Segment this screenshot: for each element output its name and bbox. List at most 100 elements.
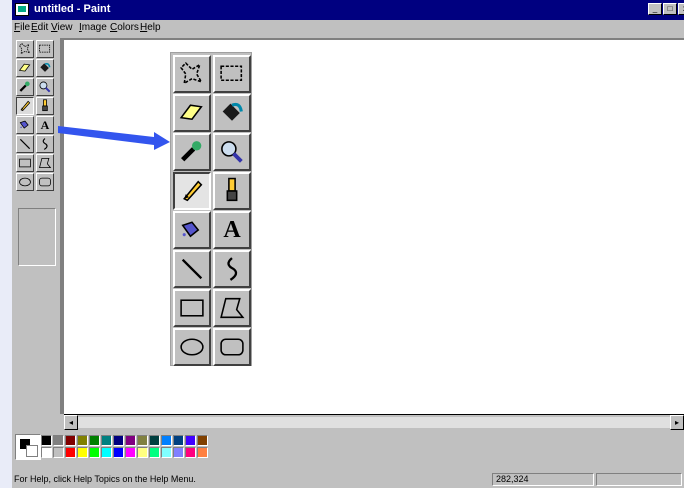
color-swatch[interactable] xyxy=(125,447,136,458)
tool-select[interactable] xyxy=(36,40,54,58)
status-bar: For Help, click Help Topics on the Help … xyxy=(12,472,684,488)
scroll-track[interactable] xyxy=(78,417,670,428)
menu-image[interactable]: Image xyxy=(79,22,107,33)
color-swatch[interactable] xyxy=(137,447,148,458)
horizontal-scrollbar[interactable]: ◂ ▸ xyxy=(64,414,684,430)
color-swatch[interactable] xyxy=(89,447,100,458)
background-color xyxy=(26,445,38,457)
paint-window: untitled - Paint _□x FileEditView ImageCo… xyxy=(12,0,684,488)
tool-line[interactable] xyxy=(173,250,211,288)
minimize-button[interactable]: _ xyxy=(648,3,662,15)
window-title: untitled - Paint xyxy=(34,3,111,15)
ellipse-icon xyxy=(180,338,204,356)
color-swatch[interactable] xyxy=(125,435,136,446)
color-swatch[interactable] xyxy=(77,447,88,458)
tool-brush[interactable] xyxy=(213,172,251,210)
color-swatch[interactable] xyxy=(101,435,112,446)
menu-bar: File Edit View Image Colors Help xyxy=(12,20,684,37)
color-swatch[interactable] xyxy=(53,435,64,446)
tool-airbrush[interactable] xyxy=(173,211,211,249)
menu-file[interactable]: File xyxy=(14,22,30,33)
title-buttons: _□x xyxy=(648,3,684,15)
menu-view[interactable]: View xyxy=(51,22,73,33)
color-swatch[interactable] xyxy=(149,435,160,446)
color-swatch[interactable] xyxy=(185,447,196,458)
tool-polygon[interactable] xyxy=(36,154,54,172)
menu-help[interactable]: Help xyxy=(140,22,161,33)
curve-icon xyxy=(42,138,48,150)
scroll-right-button[interactable]: ▸ xyxy=(670,415,684,430)
line-icon xyxy=(181,258,203,280)
status-size-pane xyxy=(596,473,682,486)
tool-text[interactable]: A xyxy=(36,116,54,134)
eraser-icon xyxy=(179,104,203,121)
magnifier-icon xyxy=(221,141,243,163)
tool-ellipse[interactable] xyxy=(173,328,211,366)
fill-bucket-icon xyxy=(222,102,243,121)
menu-colors[interactable]: Colors xyxy=(110,22,139,33)
title-bar[interactable]: untitled - Paint _□x xyxy=(12,0,684,20)
tool-free-form-select[interactable] xyxy=(173,55,211,93)
tool-options-box[interactable] xyxy=(18,208,56,266)
color-swatch[interactable] xyxy=(149,447,160,458)
tool-text[interactable]: A xyxy=(213,211,251,249)
color-swatch[interactable] xyxy=(161,447,172,458)
color-box xyxy=(12,432,684,470)
color-swatch[interactable] xyxy=(41,447,52,458)
tool-ellipse[interactable] xyxy=(16,173,34,191)
color-swatch[interactable] xyxy=(89,435,100,446)
tool-free-form-select[interactable] xyxy=(16,40,34,58)
tool-pencil[interactable] xyxy=(16,97,34,115)
paint-app-icon[interactable] xyxy=(15,3,29,16)
tool-fill-with-color[interactable] xyxy=(36,59,54,77)
pencil-icon xyxy=(20,100,31,112)
select-icon xyxy=(220,65,243,81)
tool-curve[interactable] xyxy=(36,135,54,153)
tool-rounded-rectangle[interactable] xyxy=(213,328,251,366)
tool-box: A xyxy=(14,40,60,406)
tool-eraser[interactable] xyxy=(173,94,211,132)
cursor-coordinates: 282,324 xyxy=(492,473,594,486)
tool-pick-color[interactable] xyxy=(16,78,34,96)
color-swatch[interactable] xyxy=(161,435,172,446)
color-swatch[interactable] xyxy=(113,435,124,446)
color-swatch[interactable] xyxy=(65,435,76,446)
color-swatch[interactable] xyxy=(173,447,184,458)
maximize-button[interactable]: □ xyxy=(663,3,677,15)
tool-rectangle[interactable] xyxy=(16,154,34,172)
tool-rectangle[interactable] xyxy=(173,289,211,327)
tool-magnifier[interactable] xyxy=(213,133,251,171)
scroll-left-button[interactable]: ◂ xyxy=(64,415,78,430)
tool-box-zoomed-view: A xyxy=(170,52,252,366)
color-swatch[interactable] xyxy=(101,447,112,458)
eyedropper-icon xyxy=(19,81,30,92)
color-swatch[interactable] xyxy=(41,435,52,446)
tool-curve[interactable] xyxy=(213,250,251,288)
color-swatch[interactable] xyxy=(137,435,148,446)
color-swatch[interactable] xyxy=(197,447,208,458)
tool-pick-color[interactable] xyxy=(173,133,211,171)
free-form-select-icon xyxy=(19,43,31,55)
tool-pencil[interactable] xyxy=(173,172,211,210)
tool-select[interactable] xyxy=(213,55,251,93)
brush-icon xyxy=(42,99,48,112)
tool-airbrush[interactable] xyxy=(16,116,34,134)
drawing-canvas[interactable] xyxy=(64,40,684,414)
tool-line[interactable] xyxy=(16,135,34,153)
tool-eraser[interactable] xyxy=(16,59,34,77)
color-swatch[interactable] xyxy=(197,435,208,446)
color-swatch[interactable] xyxy=(65,447,76,458)
color-swatch[interactable] xyxy=(185,435,196,446)
color-swatch[interactable] xyxy=(53,447,64,458)
color-swatch[interactable] xyxy=(77,435,88,446)
tool-rounded-rectangle[interactable] xyxy=(36,173,54,191)
tool-magnifier[interactable] xyxy=(36,78,54,96)
tool-polygon[interactable] xyxy=(213,289,251,327)
rectangle-icon xyxy=(19,158,31,168)
close-button[interactable]: x xyxy=(678,3,684,15)
color-swatch[interactable] xyxy=(113,447,124,458)
color-swatch[interactable] xyxy=(173,435,184,446)
menu-edit[interactable]: Edit xyxy=(31,22,48,33)
tool-fill-with-color[interactable] xyxy=(213,94,251,132)
tool-brush[interactable] xyxy=(36,97,54,115)
